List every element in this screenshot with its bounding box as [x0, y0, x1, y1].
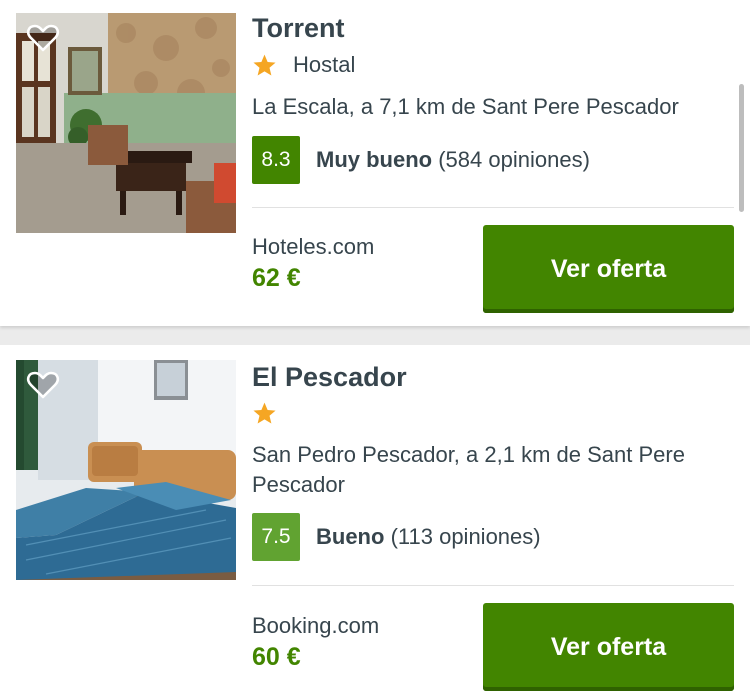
view-deal-button[interactable]: Ver oferta [483, 603, 734, 691]
heart-outline-icon[interactable] [26, 23, 60, 53]
hotel-card-el-pescador[interactable]: El Pescador San Pedro Pescador, a 2,1 km… [0, 345, 750, 696]
hotel-stars: Hostal [252, 52, 355, 78]
hotel-name[interactable]: Torrent [252, 13, 345, 44]
view-deal-button[interactable]: Ver oferta [483, 225, 734, 313]
hotel-name[interactable]: El Pescador [252, 362, 407, 393]
rating-score-badge: 7.5 [252, 513, 300, 561]
rating-label: Bueno [316, 524, 385, 549]
review-count: (113 opiniones) [390, 524, 541, 549]
star-icon [253, 54, 276, 75]
deal-price: 60 € [252, 643, 301, 671]
hotel-stars [252, 400, 277, 426]
hotel-photo[interactable] [16, 13, 236, 233]
deal-price: 62 € [252, 264, 301, 292]
rating-label: Muy bueno [316, 147, 433, 172]
hotel-card-torrent[interactable]: Torrent Hostal La Escala, a 7,1 km de Sa… [0, 0, 750, 326]
deal-provider: Hoteles.com [252, 234, 375, 259]
deal-provider: Booking.com [252, 613, 380, 638]
star-icon [253, 402, 276, 423]
hotel-photo[interactable] [16, 360, 236, 580]
rating-text: Muy bueno (584 opiniones) [316, 147, 590, 173]
scrollbar[interactable] [739, 84, 744, 212]
divider [252, 585, 734, 586]
divider [252, 207, 734, 208]
rating-score-badge: 8.3 [252, 136, 300, 184]
hotel-location: La Escala, a 7,1 km de Sant Pere Pescado… [252, 94, 679, 119]
rating-row: 8.3 Muy bueno (584 opiniones) [252, 136, 590, 184]
rating-text: Bueno (113 opiniones) [316, 524, 541, 550]
review-count: (584 opiniones) [438, 147, 590, 172]
hotel-type: Hostal [293, 52, 356, 77]
rating-row: 7.5 Bueno (113 opiniones) [252, 513, 541, 561]
hotel-location: San Pedro Pescador, a 2,1 km de Sant Per… [252, 442, 685, 497]
heart-outline-icon[interactable] [26, 370, 60, 400]
